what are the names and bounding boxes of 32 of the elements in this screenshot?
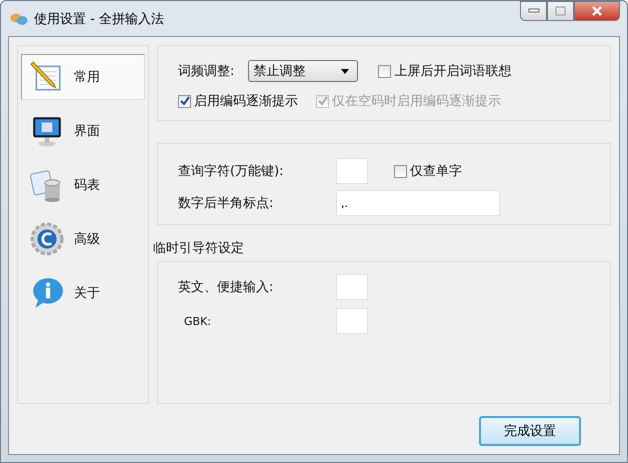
maximize-icon: [554, 6, 566, 16]
gear-icon: [30, 222, 64, 256]
sidebar-item[interactable]: 常用: [21, 54, 145, 100]
guide-label: GBK:: [183, 314, 212, 328]
close-icon: [591, 6, 603, 16]
guide-field[interactable]: [336, 274, 368, 300]
freq-dropdown[interactable]: 禁止调整: [248, 60, 358, 82]
punct-field[interactable]: ,.: [336, 190, 500, 216]
caret-icon: [341, 68, 350, 74]
group-title: 临时引导符设定: [153, 240, 245, 257]
single-char-checkbox[interactable]: 仅查单字: [394, 162, 462, 180]
hint-checkbox[interactable]: 启用编码逐渐提示: [178, 92, 298, 110]
finish-button[interactable]: 完成设置: [479, 416, 581, 446]
minimize-button[interactable]: [520, 1, 547, 21]
window-title: 使用设置 - 全拼输入法: [34, 10, 164, 28]
app-icon: [10, 12, 28, 26]
sidebar-item[interactable]: 码表: [21, 162, 145, 208]
punct-label: 数字后半角标点:: [178, 195, 274, 212]
maximize-button[interactable]: [547, 1, 574, 21]
minimize-icon: [528, 8, 540, 14]
info-icon: [30, 276, 64, 310]
freq-label: 词频调整:: [178, 63, 234, 80]
wildcard-field[interactable]: [336, 158, 368, 184]
wildcard-label: 查询字符(万能键):: [178, 163, 285, 180]
guide-label: 英文、便捷输入:: [178, 279, 274, 296]
guide-field[interactable]: [336, 308, 368, 334]
monitor-icon: [30, 114, 64, 148]
sidebar-item[interactable]: 关于: [21, 270, 145, 316]
close-button[interactable]: [574, 1, 620, 21]
sidebar-item[interactable]: 高级: [21, 216, 145, 262]
sidebar-item[interactable]: 界面: [21, 108, 145, 154]
association-checkbox[interactable]: 上屏后开启词语联想: [378, 62, 512, 80]
